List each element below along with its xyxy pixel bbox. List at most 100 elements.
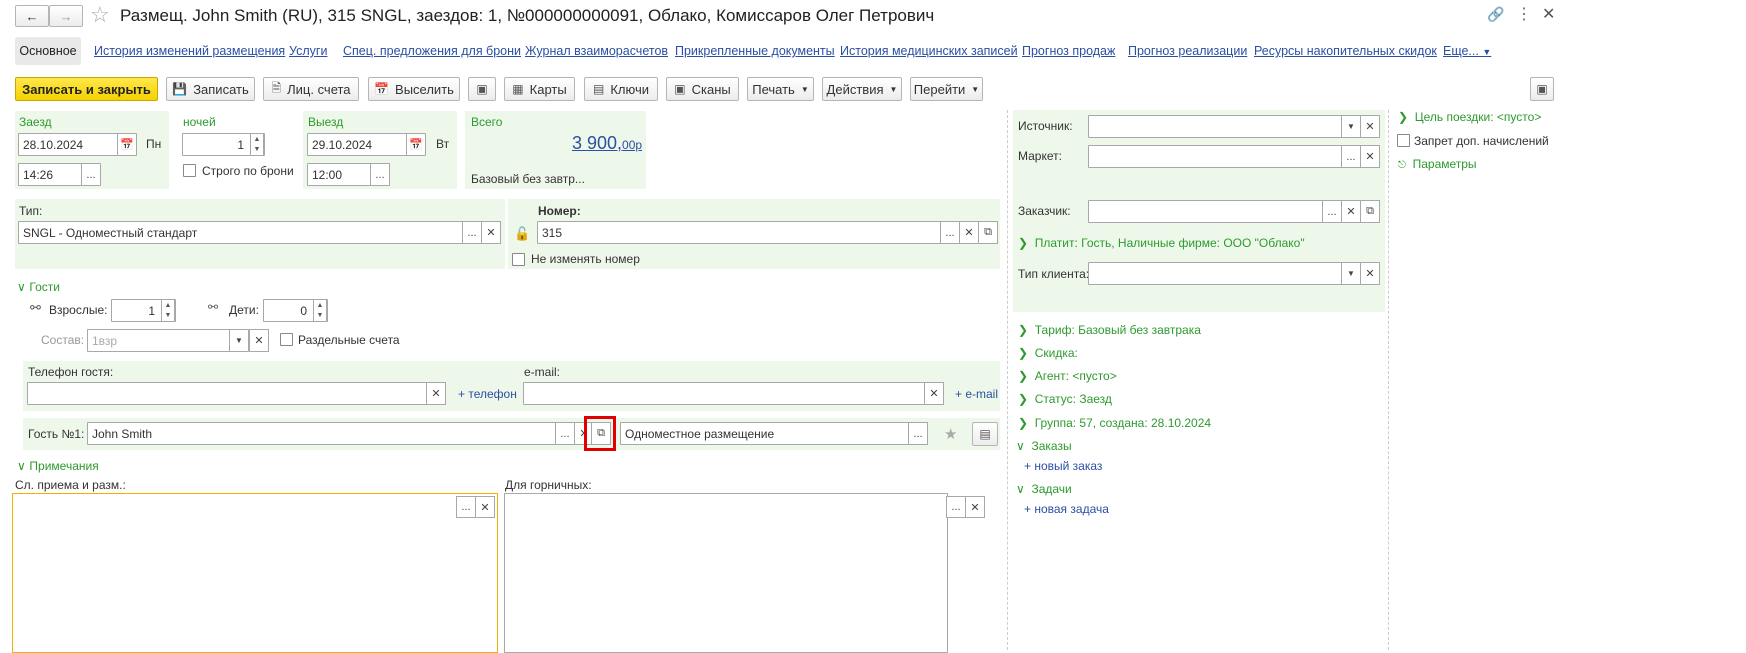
chevron-down-icon[interactable]: ▼ bbox=[1341, 115, 1361, 138]
add-email-link[interactable]: + e-mail bbox=[955, 387, 998, 401]
guests-section-toggle[interactable]: ∨ Гости bbox=[17, 279, 60, 294]
star-icon[interactable]: ★ bbox=[944, 425, 957, 443]
market-input[interactable] bbox=[1088, 145, 1343, 168]
star-icon[interactable]: ☆ bbox=[90, 2, 110, 28]
close-icon[interactable]: ✕ bbox=[1542, 4, 1555, 24]
ellipsis-icon[interactable]: ... bbox=[370, 164, 389, 185]
total-amount[interactable]: 3 900,00р bbox=[572, 133, 642, 154]
tab-sales-forecast[interactable]: Прогноз продаж bbox=[1022, 44, 1115, 58]
link-icon[interactable]: 🔗 bbox=[1487, 6, 1504, 23]
purpose-link[interactable]: ❯ Цель поездки: <пусто> bbox=[1398, 110, 1541, 124]
ellipsis-icon[interactable]: ... bbox=[908, 422, 928, 445]
ellipsis-icon[interactable]: ... bbox=[940, 221, 960, 244]
guest-card-button[interactable]: ▤ bbox=[972, 422, 998, 446]
keys-button[interactable]: ▤ Ключи bbox=[584, 77, 658, 101]
tab-main[interactable]: Основное bbox=[15, 37, 81, 65]
nights-input[interactable]: 1 ▲ ▼ bbox=[182, 133, 265, 156]
unlock-icon[interactable]: 🔓 bbox=[514, 226, 530, 242]
ellipsis-icon[interactable]: ... bbox=[1322, 200, 1342, 223]
clear-icon[interactable]: ✕ bbox=[249, 329, 269, 352]
guest1-input[interactable]: John Smith bbox=[87, 422, 556, 445]
status-link[interactable]: ❯ Статус: Заезд bbox=[1018, 392, 1112, 406]
stepper-icon[interactable]: ▲ ▼ bbox=[250, 134, 264, 155]
settings-button[interactable]: ▣ bbox=[1530, 77, 1554, 101]
children-input[interactable]: 0 ▲ ▼ bbox=[263, 299, 328, 322]
clear-icon[interactable]: ✕ bbox=[959, 221, 979, 244]
stepper-icon[interactable]: ▲ ▼ bbox=[313, 300, 327, 321]
clear-icon[interactable]: ✕ bbox=[1360, 115, 1380, 138]
accommodation-input[interactable]: Одноместное размещение bbox=[620, 422, 909, 445]
tab-medical[interactable]: История медицинских записей bbox=[840, 44, 1018, 58]
discount-link[interactable]: ❯ Скидка: bbox=[1018, 346, 1078, 360]
clear-icon[interactable]: ✕ bbox=[1360, 262, 1380, 285]
checkout-date-input[interactable]: 29.10.2024 📅 bbox=[307, 133, 426, 156]
room-input[interactable]: 315 bbox=[537, 221, 941, 244]
clear-icon[interactable]: ✕ bbox=[426, 382, 446, 405]
ellipsis-icon[interactable]: ... bbox=[462, 221, 482, 244]
parameters-link[interactable]: ⎋ Параметры bbox=[1398, 157, 1477, 171]
tab-documents[interactable]: Прикрепленные документы bbox=[675, 44, 835, 58]
more-vertical-icon[interactable]: ⋮ bbox=[1516, 4, 1532, 24]
housekeeping-notes-textarea[interactable] bbox=[504, 493, 948, 653]
client-type-input[interactable] bbox=[1088, 262, 1343, 285]
payer-link[interactable]: ❯ Платит: Гость, Наличные фирме: ООО "Об… bbox=[1018, 236, 1305, 250]
room-type-input[interactable]: SNGL - Одноместный стандарт bbox=[18, 221, 463, 244]
stepper-icon[interactable]: ▲ ▼ bbox=[161, 300, 175, 321]
tab-discount-resources[interactable]: Ресурсы накопительных скидок bbox=[1254, 44, 1437, 58]
checkin-time-input[interactable]: 14:26... bbox=[18, 163, 101, 186]
actions-button[interactable]: Действия ▼ bbox=[822, 77, 902, 101]
accounts-button[interactable]: 🗎 Лиц. счета bbox=[263, 77, 359, 101]
checkout-time-input[interactable]: 12:00... bbox=[307, 163, 390, 186]
ellipsis-icon[interactable]: ... bbox=[1341, 145, 1361, 168]
back-button[interactable]: ← bbox=[15, 5, 49, 27]
ellipsis-icon[interactable]: ... bbox=[555, 422, 575, 445]
chevron-down-icon[interactable]: ▼ bbox=[229, 330, 248, 351]
clear-icon[interactable]: ✕ bbox=[924, 382, 944, 405]
customer-input[interactable] bbox=[1088, 200, 1324, 223]
new-order-link[interactable]: + новый заказ bbox=[1024, 459, 1102, 473]
keep-room-checkbox[interactable] bbox=[512, 253, 525, 266]
checkout-button[interactable]: 📅 Выселить bbox=[368, 77, 460, 101]
calendar-icon[interactable]: 📅 bbox=[117, 134, 136, 155]
ellipsis-icon[interactable]: ... bbox=[946, 496, 966, 518]
open-icon[interactable]: ⧉ bbox=[978, 221, 998, 244]
checkin-date-input[interactable]: 28.10.2024 📅 bbox=[18, 133, 137, 156]
forward-button[interactable]: → bbox=[49, 5, 83, 27]
adults-input[interactable]: 1 ▲ ▼ bbox=[111, 299, 176, 322]
agent-link[interactable]: ❯ Агент: <пусто> bbox=[1018, 369, 1117, 383]
clear-icon[interactable]: ✕ bbox=[1341, 200, 1361, 223]
save-button[interactable]: 💾 Записать bbox=[166, 77, 255, 101]
reception-notes-textarea[interactable] bbox=[12, 493, 498, 653]
tariff-link[interactable]: ❯ Тариф: Базовый без завтрака bbox=[1018, 323, 1201, 337]
tab-settlements[interactable]: Журнал взаиморасчетов bbox=[525, 44, 668, 58]
strict-checkbox[interactable] bbox=[183, 164, 196, 177]
wallet-button[interactable]: ▣ bbox=[468, 77, 496, 101]
composition-input[interactable]: 1взр ▼ bbox=[87, 329, 249, 352]
open-icon[interactable]: ⧉ bbox=[1360, 200, 1380, 223]
scans-button[interactable]: ▣ Сканы bbox=[666, 77, 739, 101]
clear-icon[interactable]: ✕ bbox=[965, 496, 985, 518]
tab-realization-forecast[interactable]: Прогноз реализации bbox=[1128, 44, 1247, 58]
phone-input[interactable] bbox=[27, 382, 427, 405]
ellipsis-icon[interactable]: ... bbox=[81, 164, 100, 185]
email-input[interactable] bbox=[523, 382, 925, 405]
orders-toggle[interactable]: ∨ Заказы bbox=[1016, 439, 1072, 453]
ellipsis-icon[interactable]: ... bbox=[456, 496, 476, 518]
save-close-button[interactable]: Записать и закрыть bbox=[15, 77, 158, 101]
chevron-down-icon[interactable]: ▼ bbox=[1341, 262, 1361, 285]
print-button[interactable]: Печать ▼ bbox=[747, 77, 814, 101]
tab-special-offers[interactable]: Спец. предложения для брони bbox=[343, 44, 521, 58]
group-link[interactable]: ❯ Группа: 57, создана: 28.10.2024 bbox=[1018, 416, 1211, 430]
cards-button[interactable]: ▦ Карты bbox=[504, 77, 575, 101]
tab-history[interactable]: История изменений размещения bbox=[94, 44, 285, 58]
tab-more[interactable]: Еще... ▼ bbox=[1443, 44, 1491, 58]
tab-services[interactable]: Услуги bbox=[289, 44, 327, 58]
ban-charges-checkbox[interactable] bbox=[1397, 134, 1410, 147]
tasks-toggle[interactable]: ∨ Задачи bbox=[1016, 482, 1072, 496]
clear-icon[interactable]: ✕ bbox=[475, 496, 495, 518]
calendar-icon[interactable]: 📅 bbox=[406, 134, 425, 155]
separate-accounts-checkbox[interactable] bbox=[280, 333, 293, 346]
source-input[interactable] bbox=[1088, 115, 1343, 138]
new-task-link[interactable]: + новая задача bbox=[1024, 502, 1109, 516]
notes-section-toggle[interactable]: ∨ Примечания bbox=[17, 458, 99, 473]
